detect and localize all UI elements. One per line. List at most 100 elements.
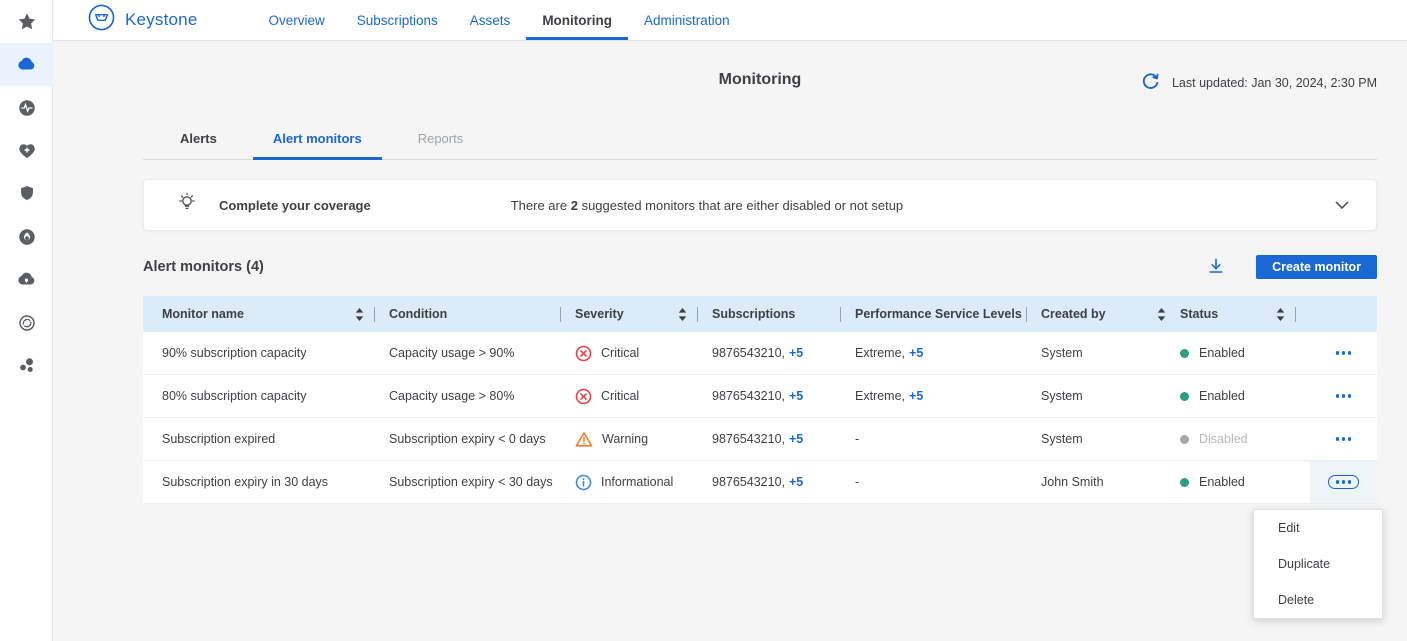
sidebar-item-incidents[interactable] <box>0 215 53 258</box>
create-monitor-button[interactable]: Create monitor <box>1256 255 1377 279</box>
nav-monitoring[interactable]: Monitoring <box>526 0 628 40</box>
actions-cell <box>1310 375 1377 417</box>
psl-cell: Extreme,+5 <box>855 375 1041 417</box>
subscriptions-more-link[interactable]: +5 <box>789 389 803 403</box>
nav-assets[interactable]: Assets <box>454 0 527 40</box>
column-divider <box>840 307 841 322</box>
severity-cell: Warning <box>575 418 712 460</box>
subscriptions-more-link[interactable]: +5 <box>789 346 803 360</box>
monitor-name-cell: 90% subscription capacity <box>143 332 389 374</box>
actions-cell <box>1310 332 1377 374</box>
sidebar-item-network[interactable] <box>0 344 53 387</box>
col-severity: Severity <box>575 296 712 332</box>
severity-cell: Informational <box>575 461 712 503</box>
star-icon <box>18 13 36 31</box>
table-row: Subscription expiry in 30 days Subscript… <box>143 461 1377 504</box>
col-created-by: Created by <box>1041 296 1180 332</box>
sidebar-item-system-health[interactable] <box>0 86 53 129</box>
chevron-down-icon[interactable] <box>1332 195 1352 215</box>
status-dot <box>1180 349 1189 358</box>
critical-icon <box>575 388 592 405</box>
condition-cell: Capacity usage > 80% <box>389 375 575 417</box>
suggested-count: 2 <box>571 198 578 213</box>
last-updated-group: Last updated: Jan 30, 2024, 2:30 PM <box>1141 71 1377 95</box>
table-row: 80% subscription capacity Capacity usage… <box>143 375 1377 418</box>
network-share-icon <box>18 357 36 375</box>
subscriptions-more-link[interactable]: +5 <box>789 475 803 489</box>
subscriptions-cell: 9876543210,+5 <box>712 418 855 460</box>
banner-message: There are 2 suggested monitors that are … <box>511 198 903 213</box>
column-divider <box>374 307 375 322</box>
sidebar-item-favorites[interactable] <box>0 0 53 43</box>
lightbulb-icon <box>177 192 197 219</box>
status-cell: Enabled <box>1180 461 1310 503</box>
brand-name: Keystone <box>125 10 197 30</box>
heart-plus-icon <box>18 142 36 160</box>
refresh-button[interactable] <box>1141 72 1160 94</box>
row-actions-button[interactable] <box>1328 432 1359 445</box>
status-dot <box>1180 392 1189 401</box>
condition-cell: Capacity usage > 90% <box>389 332 575 374</box>
tab-bar: Alerts Alert monitors Reports <box>143 122 1377 160</box>
download-icon <box>1207 257 1225 278</box>
row-actions-button[interactable] <box>1328 346 1359 359</box>
col-subscriptions: Subscriptions <box>712 296 855 332</box>
created-by-cell: System <box>1041 418 1180 460</box>
top-nav: Overview Subscriptions Assets Monitoring… <box>252 0 745 40</box>
row-actions-button[interactable] <box>1328 475 1359 488</box>
col-actions <box>1310 296 1377 332</box>
status-cell: Disabled <box>1180 418 1310 460</box>
sustainability-icon <box>18 314 36 332</box>
sidebar-item-security[interactable] <box>0 172 53 215</box>
nav-overview[interactable]: Overview <box>252 0 340 40</box>
alert-monitors-table: Monitor name Condition Severity Subscrip… <box>143 296 1377 504</box>
subscriptions-more-link[interactable]: +5 <box>789 432 803 446</box>
left-rail <box>0 0 53 641</box>
subscriptions-cell: 9876543210,+5 <box>712 375 855 417</box>
monitor-name-cell: 80% subscription capacity <box>143 375 389 417</box>
sort-icon[interactable] <box>355 308 364 321</box>
subscriptions-cell: 9876543210,+5 <box>712 461 855 503</box>
row-actions-menu: Edit Duplicate Delete <box>1253 509 1383 619</box>
critical-icon <box>575 345 592 362</box>
download-button[interactable] <box>1207 257 1225 278</box>
coverage-banner[interactable]: Complete your coverage There are 2 sugge… <box>143 179 1377 231</box>
main-content: Monitoring Last updated: Jan 30, 2024, 2… <box>53 41 1407 641</box>
tab-reports[interactable]: Reports <box>398 122 484 160</box>
status-dot <box>1180 478 1189 487</box>
secure-cloud-icon <box>17 270 36 289</box>
col-status: Status <box>1180 296 1310 332</box>
last-updated-text: Last updated: Jan 30, 2024, 2:30 PM <box>1172 76 1377 90</box>
nav-administration[interactable]: Administration <box>628 0 746 40</box>
psl-cell: - <box>855 461 1041 503</box>
col-performance-service-levels: Performance Service Levels <box>855 296 1041 332</box>
status-dot <box>1180 435 1189 444</box>
psl-more-link[interactable]: +5 <box>909 389 923 403</box>
sort-icon[interactable] <box>1157 308 1166 321</box>
menu-item-duplicate[interactable]: Duplicate <box>1254 546 1382 582</box>
sort-icon[interactable] <box>1276 308 1285 321</box>
brand[interactable]: Keystone <box>88 0 197 40</box>
banner-title: Complete your coverage <box>219 198 371 213</box>
psl-cell: - <box>855 418 1041 460</box>
cloud-icon <box>17 55 36 74</box>
menu-item-delete[interactable]: Delete <box>1254 582 1382 618</box>
tab-alerts[interactable]: Alerts <box>160 122 237 160</box>
sidebar-item-sustainability[interactable] <box>0 301 53 344</box>
sort-icon[interactable] <box>678 308 687 321</box>
sidebar-item-care[interactable] <box>0 129 53 172</box>
tab-alert-monitors[interactable]: Alert monitors <box>253 122 382 160</box>
monitor-name-cell: Subscription expiry in 30 days <box>143 461 389 503</box>
column-divider <box>697 307 698 322</box>
severity-cell: Critical <box>575 375 712 417</box>
psl-more-link[interactable]: +5 <box>909 346 923 360</box>
status-cell: Enabled <box>1180 375 1310 417</box>
sidebar-item-cloud-services[interactable] <box>0 43 53 86</box>
sidebar-item-secure-cloud[interactable] <box>0 258 53 301</box>
nav-subscriptions[interactable]: Subscriptions <box>341 0 454 40</box>
condition-cell: Subscription expiry < 0 days <box>389 418 575 460</box>
menu-item-edit[interactable]: Edit <box>1254 510 1382 546</box>
shield-icon <box>19 185 35 202</box>
column-divider <box>1295 307 1296 322</box>
row-actions-button[interactable] <box>1328 389 1359 402</box>
